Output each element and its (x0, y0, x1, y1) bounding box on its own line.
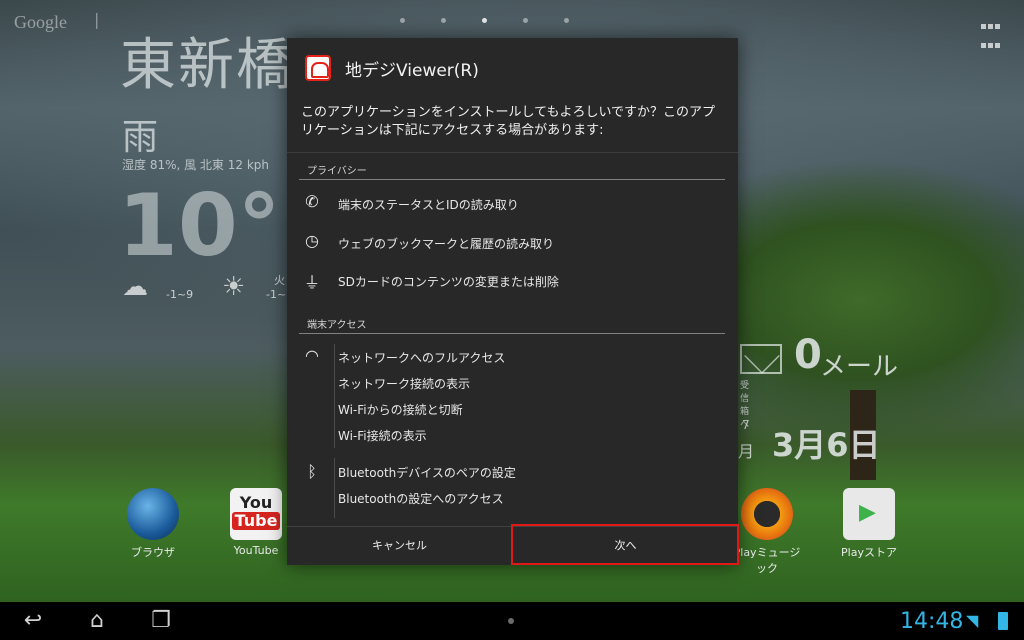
headphones-icon (741, 488, 793, 540)
partly-sunny-icon: ☀ (222, 272, 246, 302)
wifi-status-icon: ◥ (966, 611, 979, 630)
mail-count: 0 (794, 332, 822, 378)
bluetooth-icon: ᛒ (307, 462, 317, 481)
permission-item: Bluetoothの設定へのアクセス (338, 492, 504, 506)
group-divider (334, 344, 335, 448)
dialog-title: 地デジViewer(R) (345, 61, 479, 81)
permission-item: Wi-Fiからの接続と切断 (338, 403, 463, 417)
weather-temperature: 10° (118, 176, 281, 276)
weather-condition: 雨 (122, 117, 159, 158)
play-music-app-icon[interactable]: Playミュージック (732, 488, 802, 576)
weather-city[interactable]: 東新橋 (120, 20, 294, 101)
next-button-highlight (511, 524, 739, 565)
notification-dot (508, 618, 514, 624)
home-icon[interactable]: ⌂ (82, 608, 112, 634)
voice-search-icon[interactable]: | (94, 10, 99, 29)
wifi-icon: ◠ (305, 346, 319, 365)
globe-icon (127, 488, 179, 540)
home-page-indicator (400, 18, 569, 23)
envelope-icon (740, 344, 782, 374)
permission-item: Bluetoothデバイスのペアの設定 (338, 466, 516, 480)
cancel-button[interactable]: キャンセル (287, 527, 512, 566)
dialog-message: このアプリケーションをインストールしてもよろしいですか？このアプリケーションは下… (301, 105, 716, 138)
mail-label: メール (820, 352, 899, 382)
install-permission-dialog: 地デジViewer(R) このアプリケーションをインストールしてもよろしいですか… (287, 38, 738, 565)
group-divider (334, 458, 335, 518)
youtube-app-icon[interactable]: You Tube YouTube (221, 488, 291, 557)
back-icon[interactable]: ↩ (18, 608, 48, 634)
bookmark-clock-icon: ◷ (305, 231, 319, 250)
recent-apps-icon[interactable]: ❐ (146, 608, 176, 634)
status-clock[interactable]: 14:48 (900, 609, 963, 634)
forecast-day-1: ☁ -1~9 (122, 272, 194, 302)
dialog-header: 地デジViewer(R) (287, 38, 738, 98)
google-search-widget[interactable]: Google (14, 12, 67, 33)
permission-item: ネットワーク接続の表示 (338, 377, 471, 391)
phone-icon: ✆ (305, 192, 319, 211)
play-store-icon (843, 488, 895, 540)
forecast-day-2: ☀ 火 -1~1 (222, 272, 294, 302)
rain-cloud-icon: ☁ (122, 272, 148, 302)
google-logo-text: Google (14, 12, 67, 32)
browser-app-icon[interactable]: ブラウザ (118, 488, 188, 560)
youtube-icon: You Tube (230, 488, 282, 540)
play-store-app-icon[interactable]: Playストア (834, 488, 904, 560)
calendar-date: 3月6日 (772, 426, 881, 464)
weather-detail: 湿度 81%, 風 北東 12 kph (122, 158, 270, 172)
permission-item: Wi-Fi接続の表示 (338, 429, 427, 443)
permission-item: ネットワークへのフルアクセス (338, 351, 506, 365)
usb-icon: ⏚ (303, 273, 320, 292)
system-nav-bar: ↩ ⌂ ❐ 14:48 ◥ (0, 602, 1024, 640)
battery-icon (998, 612, 1008, 630)
all-apps-icon[interactable] (980, 15, 1002, 48)
section-header-device-access: 端末アクセス (299, 316, 725, 334)
divider (287, 152, 738, 153)
section-header-privacy: プライバシー (299, 162, 725, 180)
app-tv-icon (305, 55, 331, 81)
